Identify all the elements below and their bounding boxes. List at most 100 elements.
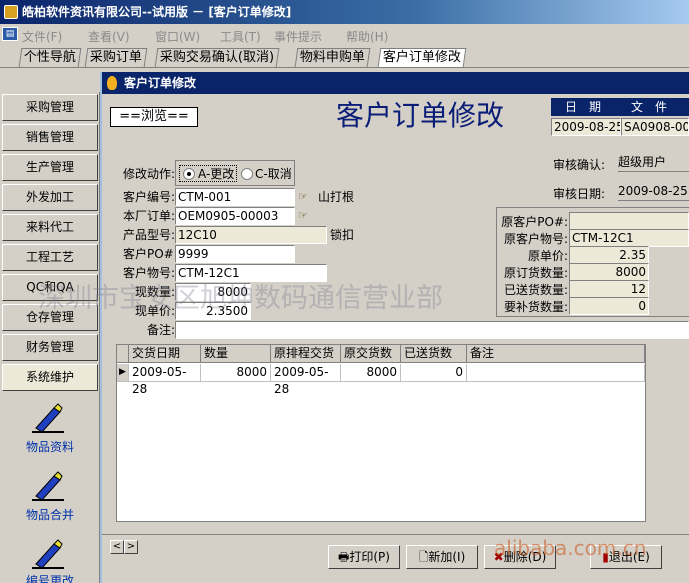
- grid-cell-orig-delivery-qty[interactable]: 8000: [341, 364, 401, 382]
- radio-cancel-label[interactable]: C-取消: [255, 166, 292, 182]
- menu-help[interactable]: 帮助(H): [346, 28, 388, 45]
- to-supply-field: 0: [569, 297, 649, 315]
- watermark-alibaba: alibaba.com.cn: [494, 536, 647, 560]
- app-icon: [4, 5, 18, 19]
- menu-window[interactable]: 窗口(W): [155, 28, 200, 45]
- orig-qty-label: 原订货数量:: [503, 266, 568, 280]
- orig-price-label: 原单价:: [527, 249, 568, 263]
- tab-material-request[interactable]: 物料申购单: [294, 48, 371, 67]
- orig-po-field: [569, 212, 689, 230]
- nav-outsourcing[interactable]: 外发加工: [2, 184, 98, 211]
- nav-item-merge[interactable]: 物品合并: [2, 506, 98, 523]
- orig-price-field: 2.35: [569, 246, 649, 264]
- prev-record-button[interactable]: <: [110, 540, 124, 554]
- pen-icon[interactable]: [28, 398, 68, 438]
- factory-order-label: 本厂订单:: [123, 209, 176, 223]
- printer-icon: 🖶: [338, 550, 350, 564]
- radio-cancel[interactable]: [241, 168, 253, 180]
- bulb-icon: [107, 76, 117, 90]
- menu-view[interactable]: 查看(V): [88, 28, 130, 45]
- next-record-button[interactable]: >: [124, 540, 138, 554]
- grid-header-delivery-date[interactable]: 交货日期: [129, 345, 201, 363]
- nav-production-mgmt[interactable]: 生产管理: [2, 154, 98, 181]
- product-label: 产品型号:: [123, 228, 176, 242]
- doc-number-field[interactable]: SA0908-000: [621, 118, 689, 136]
- remark-label: 备注:: [146, 323, 175, 337]
- grid-header-orig-delivery-qty[interactable]: 原交货数: [341, 345, 401, 363]
- tab-customer-order-edit[interactable]: 客户订单修改: [377, 48, 467, 67]
- row-indicator-icon: ▶: [117, 364, 129, 382]
- cust-po-label: 客户PO#:: [123, 247, 178, 261]
- tab-bar: 个性导航 采购订单 采购交易确认(取消) 物料申购单 客户订单修改: [0, 46, 689, 68]
- grid-cell-qty[interactable]: 8000: [201, 364, 271, 382]
- customer-no-label: 客户编号:: [123, 190, 176, 204]
- print-button[interactable]: 🖶打印(P): [328, 545, 400, 569]
- orig-item-field: CTM-12C1: [569, 229, 689, 247]
- grid-header-delivered[interactable]: 已送货数: [401, 345, 467, 363]
- product-input[interactable]: 12C10: [175, 226, 327, 244]
- radio-update[interactable]: [183, 168, 195, 180]
- customer-name: 山打根: [318, 190, 355, 204]
- menu-file[interactable]: 文件(F): [22, 28, 62, 45]
- menu-events[interactable]: 事件提示: [274, 28, 322, 45]
- cust-po-input[interactable]: 9999: [175, 245, 295, 263]
- audit-confirm-label: 审核确认:: [553, 158, 606, 172]
- watermark-text: 深圳市宝安区旭坤数码通信营业部: [38, 283, 443, 314]
- grid-header-remark[interactable]: 备注: [467, 345, 645, 363]
- grid-cell-orig-schedule[interactable]: 2009-05-28: [271, 364, 341, 396]
- delivered-qty-field: 12: [569, 280, 649, 298]
- remark-input[interactable]: [175, 321, 689, 339]
- orig-qty-field: 8000: [569, 263, 649, 281]
- grid-cell-remark[interactable]: [467, 364, 645, 382]
- delivery-grid[interactable]: 交货日期 数量 原排程交货 原交货数 已送货数 备注 ▶ 2009-05-28 …: [116, 344, 646, 522]
- nav-item-master[interactable]: 物品资料: [2, 438, 98, 455]
- mdi-window-icon[interactable]: ▤: [2, 27, 18, 41]
- lookup-icon[interactable]: ☞: [298, 190, 314, 204]
- doc-header-bar: 日 期 文 件 编: [551, 98, 689, 132]
- grid-header-qty[interactable]: 数量: [201, 345, 271, 363]
- nav-system-maint[interactable]: 系统维护: [2, 364, 98, 391]
- menu-tools[interactable]: 工具(T): [220, 28, 261, 45]
- tab-purchase-confirm[interactable]: 采购交易确认(取消): [154, 48, 280, 67]
- lookup-icon[interactable]: ☞: [298, 209, 314, 223]
- new-document-icon: 🗋: [418, 550, 429, 564]
- nav-purchase-mgmt[interactable]: 采购管理: [2, 94, 98, 121]
- app-title-bar: 皓柏软件资讯有限公司--试用版 － [客户订单修改]: [0, 0, 689, 24]
- page-title: 客户订单修改: [336, 99, 505, 132]
- child-window-title-bar: 客户订单修改: [102, 72, 689, 94]
- grid-corner: [117, 345, 129, 363]
- audit-date-value: 2009-08-25: [618, 183, 689, 201]
- grid-header-orig-schedule[interactable]: 原排程交货: [271, 345, 341, 363]
- pen-icon[interactable]: [28, 466, 68, 506]
- nav-finance[interactable]: 财务管理: [2, 334, 98, 361]
- audit-date-label: 审核日期:: [553, 187, 606, 201]
- tab-personal-nav[interactable]: 个性导航: [18, 48, 82, 67]
- orig-po-label: 原客户PO#:: [501, 215, 568, 229]
- nav-engineering[interactable]: 工程工艺: [2, 244, 98, 271]
- doc-date-field[interactable]: 2009-08-25: [551, 118, 621, 136]
- grid-cell-delivery-date[interactable]: 2009-05-28: [129, 364, 201, 396]
- date-column-header: 日 期: [565, 100, 602, 114]
- app-title: 皓柏软件资讯有限公司--试用版 － [客户订单修改]: [22, 5, 292, 19]
- to-supply-label: 要补货数量:: [503, 300, 568, 314]
- browse-mode-indicator: ==浏览==: [110, 107, 198, 127]
- tab-purchase-order[interactable]: 采购订单: [84, 48, 148, 67]
- left-nav-panel: 采购管理 销售管理 生产管理 外发加工 来料代工 工程工艺 QC和QA 仓存管理…: [0, 92, 100, 583]
- nav-code-change[interactable]: 编号更改: [2, 572, 98, 583]
- child-window-title: 客户订单修改: [124, 76, 197, 90]
- action-label: 修改动作:: [123, 167, 176, 181]
- product-name: 锁扣: [330, 228, 355, 242]
- nav-sales-mgmt[interactable]: 销售管理: [2, 124, 98, 151]
- nav-consignment[interactable]: 来料代工: [2, 214, 98, 241]
- bottom-divider: [102, 534, 689, 535]
- grid-cell-delivered[interactable]: 0: [401, 364, 467, 382]
- factory-order-input[interactable]: OEM0905-00003: [175, 207, 295, 225]
- new-button[interactable]: 🗋新加(I): [406, 545, 478, 569]
- menu-bar: ▤ 文件(F) 查看(V) 窗口(W) 工具(T) 事件提示 帮助(H): [0, 24, 689, 46]
- delivered-qty-label: 已送货数量:: [503, 283, 568, 297]
- pen-icon[interactable]: [28, 534, 68, 574]
- radio-update-label[interactable]: A-更改: [198, 166, 234, 182]
- orig-item-label: 原客户物号:: [503, 232, 568, 246]
- audit-confirm-value: 超级用户: [618, 154, 689, 172]
- customer-no-input[interactable]: CTM-001: [175, 188, 295, 206]
